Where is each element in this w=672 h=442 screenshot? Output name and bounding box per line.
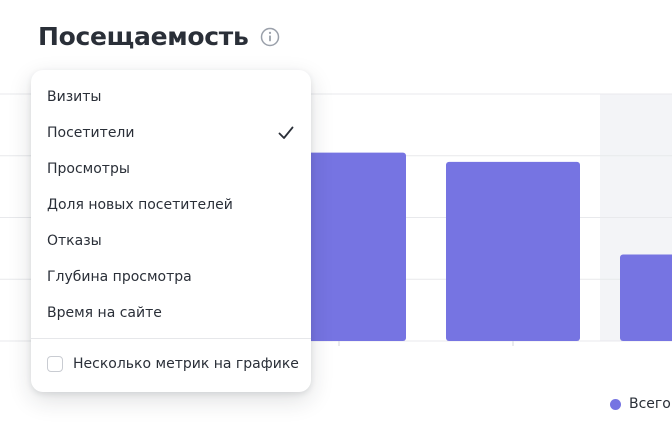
legend-swatch <box>610 398 621 410</box>
metric-option-pageviews[interactable]: Просмотры <box>31 151 311 187</box>
multi-metric-label: Несколько метрик на графике <box>73 356 299 372</box>
metric-option-visits[interactable]: Визиты <box>31 79 311 115</box>
menu-item-label: Визиты <box>47 89 102 105</box>
menu-item-label: Глубина просмотра <box>47 269 192 285</box>
menu-item-label: Отказы <box>47 233 102 249</box>
header: Посещаемость <box>38 22 280 51</box>
chart-x-ticks <box>338 341 514 346</box>
chart-bar[interactable] <box>446 161 580 341</box>
check-icon <box>277 124 295 142</box>
info-icon[interactable] <box>260 27 280 47</box>
metric-option-visitors[interactable]: Посетители <box>31 115 311 151</box>
menu-item-label: Доля новых посетителей <box>47 197 233 213</box>
legend-label: Всего <box>629 396 671 412</box>
menu-item-label: Время на сайте <box>47 305 162 321</box>
metric-menu: Визиты Посетители Просмотры Доля новых п… <box>31 70 311 331</box>
metric-option-time-on-site[interactable]: Время на сайте <box>31 295 311 331</box>
chart-legend[interactable]: Всего <box>610 396 671 412</box>
chart-bar[interactable] <box>620 254 672 341</box>
metric-option-new-visitors-share[interactable]: Доля новых посетителей <box>31 187 311 223</box>
multi-metric-option[interactable]: Несколько метрик на графике <box>47 356 299 372</box>
menu-divider <box>31 338 311 339</box>
metric-option-bounces[interactable]: Отказы <box>31 223 311 259</box>
menu-item-label: Посетители <box>47 125 135 141</box>
page-title: Посещаемость <box>38 22 249 51</box>
multi-metric-checkbox[interactable] <box>47 356 63 372</box>
metric-option-page-depth[interactable]: Глубина просмотра <box>31 259 311 295</box>
metric-dropdown: Визиты Посетители Просмотры Доля новых п… <box>31 70 311 392</box>
menu-item-label: Просмотры <box>47 161 130 177</box>
